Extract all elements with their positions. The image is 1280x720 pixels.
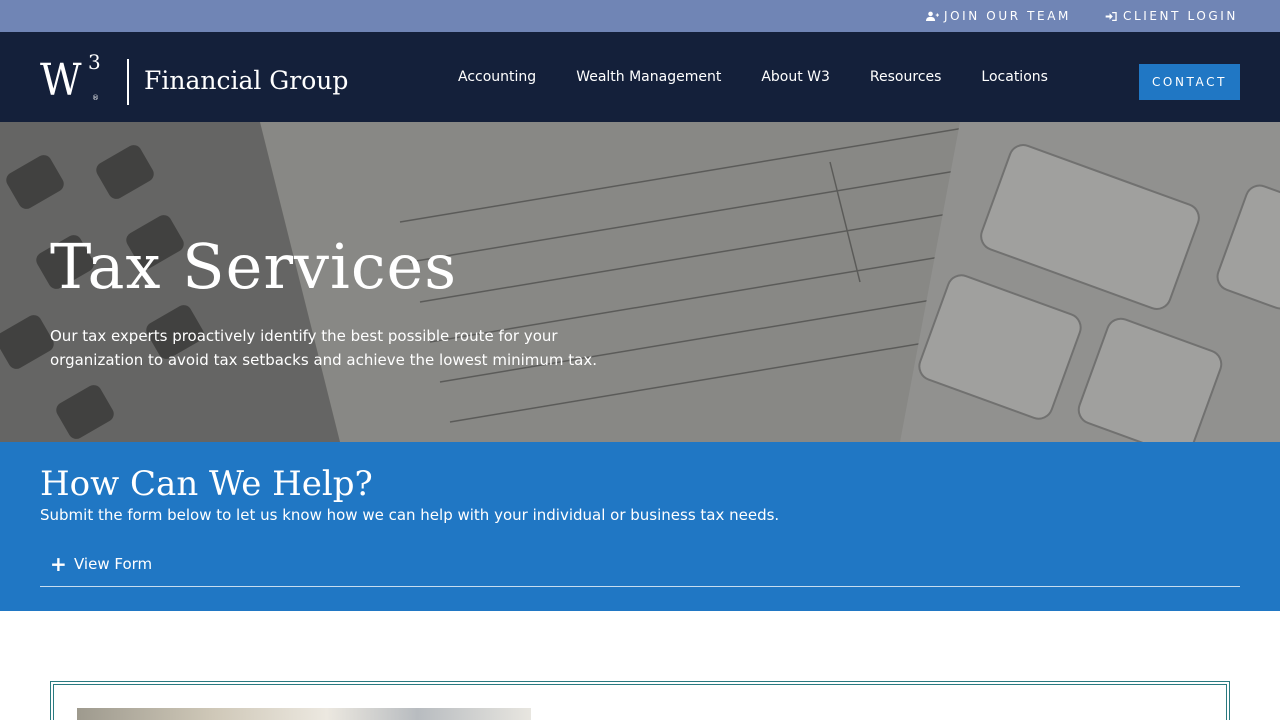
nav-resources[interactable]: Resources bbox=[870, 69, 942, 85]
client-login-label: CLIENT LOGIN bbox=[1122, 9, 1238, 23]
nav-wealth-management[interactable]: Wealth Management bbox=[576, 69, 721, 85]
contact-button[interactable]: CONTACT bbox=[1139, 64, 1240, 100]
help-subtitle: Submit the form below to let us know how… bbox=[40, 506, 780, 524]
sign-in-icon bbox=[1105, 11, 1117, 21]
plus-icon: + bbox=[50, 552, 67, 576]
view-form-toggle[interactable]: + View Form bbox=[40, 542, 1240, 587]
hero-description: Our tax experts proactively identify the… bbox=[50, 327, 598, 369]
join-our-team-label: JOIN OUR TEAM bbox=[943, 9, 1071, 23]
logo-superscript: 3 bbox=[88, 50, 101, 74]
nav-accounting[interactable]: Accounting bbox=[458, 69, 536, 85]
nav-about-w3[interactable]: About W3 bbox=[761, 69, 830, 85]
user-plus-icon bbox=[925, 11, 939, 21]
nav-locations[interactable]: Locations bbox=[981, 69, 1048, 85]
utility-bar: JOIN OUR TEAM CLIENT LOGIN bbox=[0, 0, 1280, 32]
content-card-image bbox=[77, 708, 531, 720]
logo[interactable]: W 3 ® Financial Group bbox=[40, 50, 348, 106]
logo-mark: W bbox=[40, 55, 82, 106]
help-title: How Can We Help? bbox=[40, 464, 373, 504]
view-form-label: View Form bbox=[74, 555, 153, 573]
client-login-link[interactable]: CLIENT LOGIN bbox=[1105, 9, 1238, 23]
hero-banner: Tax Services Our tax experts proactively… bbox=[0, 122, 1280, 442]
logo-registered-mark: ® bbox=[92, 94, 99, 102]
logo-text: Financial Group bbox=[144, 66, 349, 95]
main-nav: Accounting Wealth Management About W3 Re… bbox=[458, 32, 1048, 122]
page-title: Tax Services bbox=[50, 230, 458, 303]
join-our-team-link[interactable]: JOIN OUR TEAM bbox=[925, 9, 1071, 23]
logo-divider bbox=[127, 59, 129, 105]
help-section: How Can We Help? Submit the form below t… bbox=[0, 442, 1280, 611]
site-header: W 3 ® Financial Group Accounting Wealth … bbox=[0, 32, 1280, 122]
